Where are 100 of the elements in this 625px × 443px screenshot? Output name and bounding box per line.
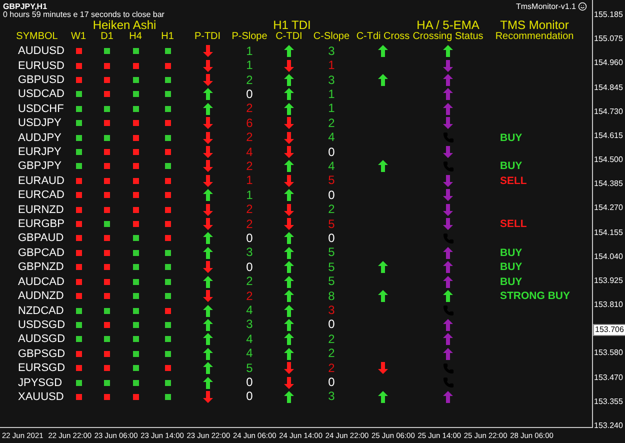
recommendation-label: BUY — [500, 132, 522, 144]
symbol-label: USDCAD — [18, 88, 64, 100]
slope-value: 2 — [246, 275, 253, 288]
price-label: 153.580 — [593, 348, 624, 358]
slope-value: 0 — [246, 390, 253, 404]
slope-value: 4 — [328, 131, 335, 144]
symbol-label: AUDCAD — [18, 276, 64, 288]
symbol-label: USDCHF — [18, 102, 64, 115]
slope-value: 0 — [328, 318, 335, 332]
slope-value: 2 — [328, 332, 335, 346]
slope-value: 4 — [246, 304, 253, 318]
price-label: 154.155 — [593, 228, 624, 238]
symbol-label: EURUSD — [18, 60, 64, 72]
slope-value: 8 — [328, 290, 335, 303]
slope-value: 6 — [246, 116, 253, 130]
price-label: 154.845 — [593, 82, 624, 93]
column-header: P-Slope — [232, 31, 268, 43]
slope-value: 2 — [328, 347, 335, 360]
slope-value: 2 — [246, 290, 253, 303]
slope-value: 5 — [246, 362, 253, 375]
symbol-label: EURGBP — [18, 218, 64, 230]
slope-value: 1 — [246, 188, 253, 202]
column-header: D1 — [100, 31, 114, 43]
price-label: 153.925 — [593, 276, 624, 286]
symbol-label: AUDJPY — [18, 132, 62, 144]
symbol-label: USDJPY — [18, 117, 62, 130]
symbol-label: AUDUSD — [18, 45, 64, 58]
slope-value: 2 — [328, 203, 335, 216]
price-label: 154.730 — [593, 106, 624, 117]
column-header: H1 — [161, 31, 174, 43]
slope-value: 2 — [328, 116, 335, 130]
slope-value: 0 — [246, 260, 253, 274]
slope-value: 3 — [246, 246, 253, 260]
slope-value: 1 — [246, 59, 253, 72]
price-label: 155.075 — [593, 34, 624, 44]
slope-value: 3 — [328, 390, 335, 404]
price-label: 153.706 — [593, 324, 625, 336]
price-label: 153.810 — [593, 300, 624, 310]
slope-value: 2 — [246, 160, 253, 173]
group-header: HA / 5-EMA — [416, 19, 480, 31]
slope-value: 5 — [328, 260, 335, 274]
symbol-label: GBPUSD — [18, 74, 64, 86]
group-header: TMS Monitor — [500, 19, 569, 31]
price-label: 153.470 — [593, 372, 624, 383]
slope-value: 4 — [246, 146, 253, 159]
recommendation-label: BUY — [500, 276, 522, 288]
column-header: C-TDI — [276, 31, 302, 43]
symbol-label: EURNZD — [18, 204, 64, 216]
slope-value: 4 — [246, 332, 253, 346]
symbol-label: EURJPY — [18, 146, 62, 158]
slope-value: 0 — [246, 88, 253, 101]
slope-value: 2 — [246, 218, 253, 231]
group-header: Heiken Ashi — [92, 19, 156, 31]
chart-symbol: GBPJPY,H1 — [3, 2, 48, 11]
countdown-text: 0 hours 59 minutes e 17 seconds to close bar — [3, 11, 164, 19]
indicator-name: TmsMonitor-v1.1 — [516, 2, 576, 11]
price-label: 154.500 — [593, 155, 624, 166]
slope-value: 0 — [246, 232, 253, 245]
slope-value: 0 — [328, 188, 335, 202]
price-label: 154.040 — [593, 252, 624, 262]
slope-value: 2 — [246, 203, 253, 216]
symbol-label: EURCAD — [18, 189, 64, 202]
slope-value: 1 — [328, 102, 335, 116]
slope-value: 5 — [328, 275, 335, 288]
symbol-label: GBPJPY — [18, 160, 62, 172]
column-header: Recommendation — [495, 31, 574, 43]
recommendation-label: STRONG BUY — [500, 290, 570, 302]
symbol-label: GBPNZD — [18, 261, 64, 274]
symbol-label: AUDSGD — [18, 333, 66, 346]
column-header: W1 — [71, 31, 86, 43]
smiley-icon — [578, 2, 587, 11]
slope-value: 1 — [328, 88, 335, 101]
price-label: 154.270 — [593, 203, 624, 214]
recommendation-label: SELL — [500, 218, 527, 230]
column-header: Crossing Status — [412, 31, 484, 43]
slope-value: 0 — [328, 146, 335, 159]
slope-value: 4 — [328, 160, 335, 173]
slope-value: 5 — [328, 218, 335, 231]
recommendation-label: BUY — [500, 261, 522, 274]
slope-value: 0 — [246, 376, 253, 390]
slope-value: 1 — [246, 44, 253, 58]
slope-value: 3 — [328, 304, 335, 318]
column-header: P-TDI — [194, 31, 221, 43]
symbol-label: NZDCAD — [18, 304, 64, 317]
slope-value: 1 — [328, 59, 335, 72]
price-label: 153.355 — [593, 396, 624, 407]
price-label: 154.960 — [593, 58, 624, 68]
symbol-label: EURSGD — [18, 362, 66, 374]
column-header: C-Tdi Cross — [356, 31, 410, 43]
slope-value: 3 — [328, 74, 335, 87]
symbol-label: EURAUD — [18, 174, 64, 187]
slope-value: 3 — [328, 44, 335, 58]
price-label: 154.615 — [593, 130, 624, 141]
slope-value: 3 — [246, 318, 253, 332]
recommendation-label: SELL — [500, 174, 527, 187]
price-label: 155.185 — [593, 10, 624, 20]
symbol-label: GBPAUD — [18, 232, 64, 244]
slope-value: 5 — [328, 246, 335, 260]
group-header: H1 TDI — [273, 19, 311, 31]
slope-value: 0 — [328, 376, 335, 390]
